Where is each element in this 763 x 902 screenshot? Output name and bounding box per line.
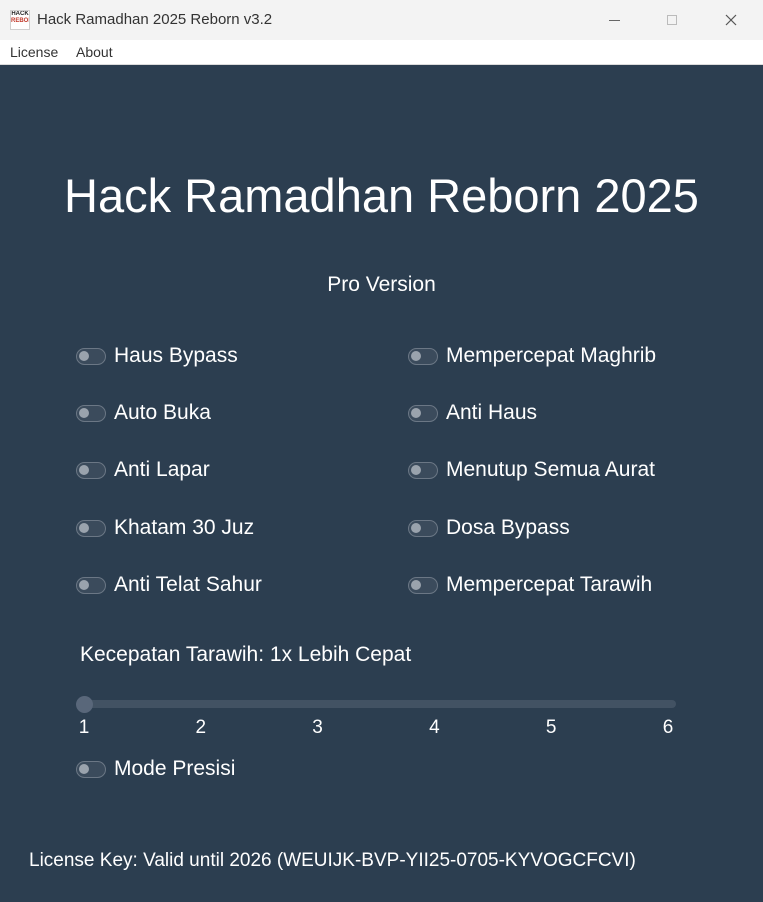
close-icon (725, 14, 737, 26)
app-window: HACK REBORN Hack Ramadhan 2025 Reborn v3… (0, 0, 763, 902)
toggle-switch[interactable] (408, 519, 438, 537)
title-bar: HACK REBORN Hack Ramadhan 2025 Reborn v3… (0, 0, 763, 41)
page-title: Hack Ramadhan Reborn 2025 (64, 169, 699, 222)
toggle-label: Dosa Bypass (446, 516, 570, 539)
toggle-switch[interactable] (76, 576, 106, 594)
toggle-switch[interactable] (76, 461, 106, 479)
speed-slider-handle[interactable] (75, 696, 93, 713)
toggle-mempercepat-maghrib[interactable]: Mempercepat Maghrib (408, 343, 656, 369)
toggle-knob (79, 350, 89, 361)
slider-tick-label: 6 (662, 717, 674, 738)
speed-slider-track[interactable] (80, 700, 676, 708)
toggle-knob (411, 522, 421, 533)
toggle-khatam-30-juz[interactable]: Khatam 30 Juz (76, 515, 254, 541)
toggle-dosa-bypass[interactable]: Dosa Bypass (408, 515, 570, 541)
app-logo-icon: HACK REBORN (10, 10, 30, 30)
toggle-label: Mempercepat Tarawih (446, 573, 653, 596)
toggle-label: Auto Buka (114, 401, 211, 424)
toggle-label: Anti Lapar (114, 458, 210, 481)
minimize-icon (608, 19, 620, 21)
toggle-mode-presisi[interactable]: Mode Presisi (76, 756, 235, 782)
slider-tick-label: 4 (429, 717, 440, 738)
toggle-switch[interactable] (408, 576, 438, 594)
toggle-label: Anti Haus (446, 401, 538, 424)
toggle-anti-telat-sahur[interactable]: Anti Telat Sahur (76, 572, 262, 598)
version-subtitle: Pro Version (327, 273, 436, 296)
toggle-switch[interactable] (76, 760, 106, 778)
toggle-knob (79, 763, 89, 774)
slider-tick-label: 5 (545, 717, 557, 738)
toggle-knob (411, 350, 421, 361)
toggle-anti-haus[interactable]: Anti Haus (408, 400, 537, 426)
toggle-mempercepat-tarawih[interactable]: Mempercepat Tarawih (408, 572, 652, 598)
app-logo-text-bottom: REBORN (11, 18, 29, 24)
toggle-knob (79, 522, 89, 533)
toggle-label: Khatam 30 Juz (114, 516, 255, 539)
maximize-button[interactable] (643, 0, 701, 40)
toggle-switch[interactable] (76, 519, 106, 537)
slider-tick-label: 2 (195, 717, 207, 738)
slider-tick-label: 3 (312, 717, 323, 738)
toggle-haus-bypass[interactable]: Haus Bypass (76, 343, 238, 369)
minimize-button[interactable] (585, 0, 643, 40)
toggle-label: Mempercepat Maghrib (446, 344, 657, 367)
menu-license[interactable]: License (10, 44, 58, 60)
toggle-knob (79, 464, 89, 475)
toggle-knob (411, 579, 421, 590)
toggle-label: Anti Telat Sahur (114, 573, 262, 596)
toggle-switch[interactable] (408, 404, 438, 422)
toggle-switch[interactable] (408, 461, 438, 479)
license-key-status: License Key: Valid until 2026 (WEUIJK-BV… (29, 850, 636, 871)
speed-label: Kecepatan Tarawih: 1x Lebih Cepat (80, 643, 412, 666)
toggle-auto-buka[interactable]: Auto Buka (76, 400, 211, 426)
toggle-knob (411, 464, 421, 475)
menu-bar: License About (0, 40, 763, 65)
window-title: Hack Ramadhan 2025 Reborn v3.2 (37, 11, 273, 28)
toggle-switch[interactable] (408, 347, 438, 365)
slider-tick-label: 1 (78, 717, 90, 738)
toggle-knob (79, 407, 89, 418)
toggle-label: Menutup Semua Aurat (446, 458, 655, 481)
toggle-menutup-semua-aurat[interactable]: Menutup Semua Aurat (408, 457, 655, 483)
toggle-anti-lapar[interactable]: Anti Lapar (76, 457, 210, 483)
toggle-label: Haus Bypass (114, 344, 238, 367)
maximize-icon (667, 15, 677, 25)
toggle-knob (411, 407, 421, 418)
app-logo-text-top: HACK (11, 11, 29, 17)
toggle-label: Mode Presisi (114, 757, 236, 780)
menu-about[interactable]: About (76, 44, 113, 60)
toggle-switch[interactable] (76, 347, 106, 365)
close-button[interactable] (702, 0, 760, 40)
toggle-knob (79, 579, 89, 590)
toggle-switch[interactable] (76, 404, 106, 422)
